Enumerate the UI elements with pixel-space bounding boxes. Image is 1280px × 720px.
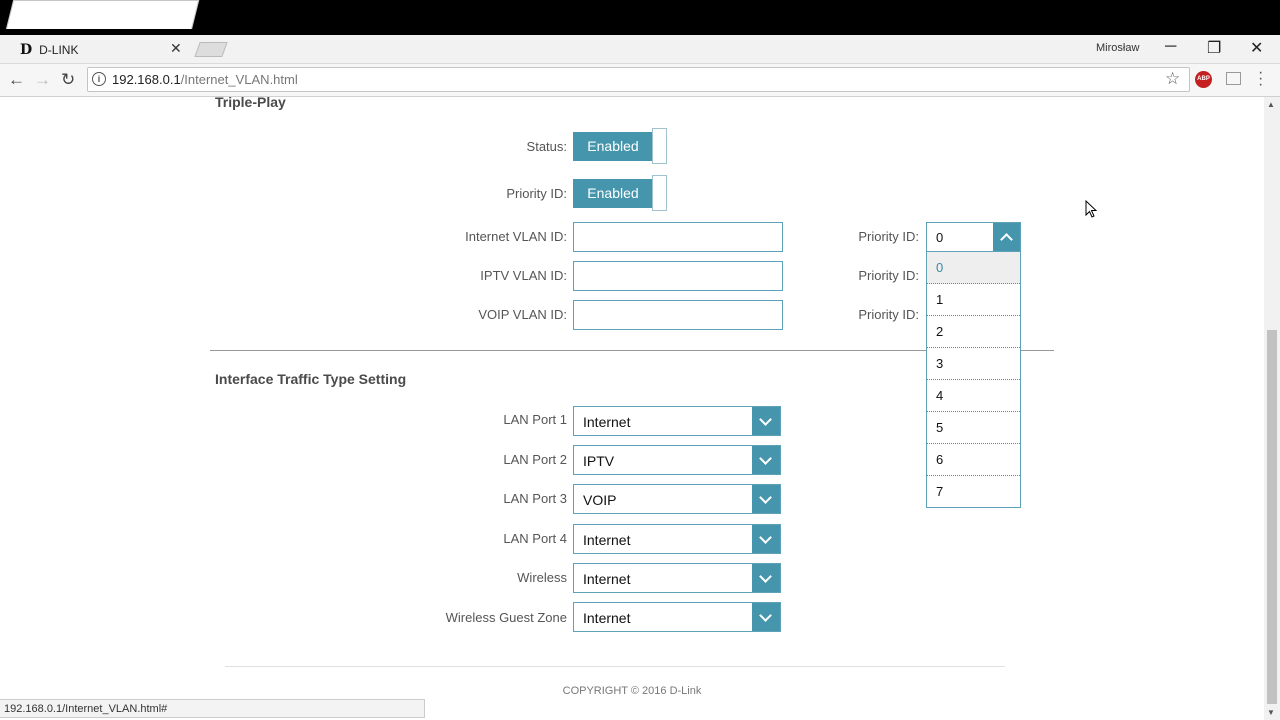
lan-port-3-value: VOIP [583, 492, 617, 508]
lan-port-4-select[interactable]: Internet [573, 524, 781, 554]
chevron-down-icon[interactable] [752, 485, 780, 513]
chevron-up-icon[interactable] [993, 223, 1020, 251]
priority-option[interactable]: 1 [927, 284, 1020, 316]
lan-port-3-label: LAN Port 3 [503, 491, 567, 506]
voip-vlan-label: VOIP VLAN ID: [478, 307, 567, 322]
scrollbar-thumb[interactable] [1267, 330, 1277, 704]
status-toggle-label: Enabled [573, 132, 653, 161]
guest-zone-label: Wireless Guest Zone [445, 610, 567, 625]
priority-option[interactable]: 5 [927, 412, 1020, 444]
footer-divider [225, 666, 1005, 667]
back-arrow-icon[interactable]: ← [8, 70, 25, 90]
lan-port-1-select[interactable]: Internet [573, 406, 781, 436]
priority-toggle-knob[interactable] [652, 175, 667, 211]
tab-strip [0, 35, 1280, 64]
copyright-text: COPYRIGHT © 2016 D-Link [562, 685, 702, 697]
priority-option[interactable]: 0 [927, 252, 1020, 284]
lan-port-4-label: LAN Port 4 [503, 531, 567, 546]
voip-priority-label: Priority ID: [858, 307, 919, 322]
page-content: Triple-Play Status: Enabled Priority ID:… [0, 97, 1264, 720]
priority-dropdown-list: 0 1 2 3 4 5 6 7 [926, 251, 1021, 508]
internet-vlan-label: Internet VLAN ID: [465, 229, 567, 244]
internet-vlan-input[interactable] [573, 222, 783, 252]
chevron-down-icon[interactable] [752, 446, 780, 474]
close-tab-icon[interactable]: ✕ [170, 40, 182, 57]
guest-zone-select[interactable]: Internet [573, 602, 781, 632]
chevron-down-icon[interactable] [752, 564, 780, 592]
chevron-down-icon[interactable] [752, 407, 780, 435]
tab-title: D-LINK [39, 43, 79, 57]
wireless-label: Wireless [517, 570, 567, 585]
reload-icon[interactable]: ↻ [61, 70, 75, 90]
status-toggle[interactable]: Enabled [573, 128, 667, 164]
bookmark-star-icon[interactable]: ☆ [1165, 69, 1180, 89]
internet-priority-label: Priority ID: [858, 229, 919, 244]
chevron-down-icon[interactable] [752, 525, 780, 553]
browser-tab[interactable] [6, 0, 200, 29]
chevron-down-icon[interactable] [752, 603, 780, 631]
wireless-select[interactable]: Internet [573, 563, 781, 593]
lan-port-1-label: LAN Port 1 [503, 412, 567, 427]
priority-option[interactable]: 2 [927, 316, 1020, 348]
lan-port-2-select[interactable]: IPTV [573, 445, 781, 475]
internet-priority-value: 0 [936, 230, 944, 245]
priority-option[interactable]: 6 [927, 444, 1020, 476]
menu-icon[interactable]: · · · [1258, 65, 1263, 93]
iptv-vlan-label: IPTV VLAN ID: [480, 268, 567, 283]
lan-port-1-value: Internet [583, 414, 631, 430]
traffic-type-title: Interface Traffic Type Setting [215, 371, 407, 387]
priority-toggle-label: Enabled [573, 179, 653, 208]
profile-name[interactable]: Mirosław [1096, 42, 1139, 54]
iptv-priority-label: Priority ID: [858, 268, 919, 283]
priority-option[interactable]: 3 [927, 348, 1020, 380]
priority-option[interactable]: 7 [927, 476, 1020, 508]
lan-port-2-label: LAN Port 2 [503, 452, 567, 467]
scroll-up-icon[interactable]: ▲ [1267, 100, 1275, 109]
status-url-bar: 192.168.0.1/Internet_VLAN.html# [0, 699, 425, 718]
extension-icon[interactable] [1226, 72, 1241, 85]
status-toggle-knob[interactable] [652, 128, 667, 164]
mouse-cursor-icon [1085, 200, 1098, 218]
adblock-icon[interactable]: ABP [1195, 71, 1212, 88]
tab-label-area: D D-LINK [20, 41, 78, 59]
internet-priority-select[interactable]: 0 [926, 222, 1021, 252]
minimize-icon[interactable]: ─ [1165, 38, 1176, 56]
priority-id-label: Priority ID: [506, 186, 567, 201]
wireless-value: Internet [583, 571, 631, 587]
forward-arrow-icon[interactable]: → [34, 70, 51, 90]
info-icon[interactable]: i [92, 72, 106, 86]
priority-toggle[interactable]: Enabled [573, 175, 667, 211]
priority-option[interactable]: 4 [927, 380, 1020, 412]
guest-zone-value: Internet [583, 610, 631, 626]
dlink-favicon-icon: D [20, 42, 33, 58]
lan-port-3-select[interactable]: VOIP [573, 484, 781, 514]
url-text[interactable]: 192.168.0.1/Internet_VLAN.html [112, 72, 298, 87]
lan-port-2-value: IPTV [583, 453, 615, 469]
voip-vlan-input[interactable] [573, 300, 783, 330]
triple-play-title: Triple-Play [215, 97, 286, 110]
scroll-down-icon[interactable]: ▼ [1267, 708, 1275, 717]
restore-icon[interactable]: ❐ [1207, 38, 1221, 58]
close-window-icon[interactable]: ✕ [1250, 38, 1263, 58]
iptv-vlan-input[interactable] [573, 261, 783, 291]
lan-port-4-value: Internet [583, 532, 631, 548]
new-tab-button[interactable] [194, 42, 228, 57]
status-label: Status: [526, 139, 567, 154]
